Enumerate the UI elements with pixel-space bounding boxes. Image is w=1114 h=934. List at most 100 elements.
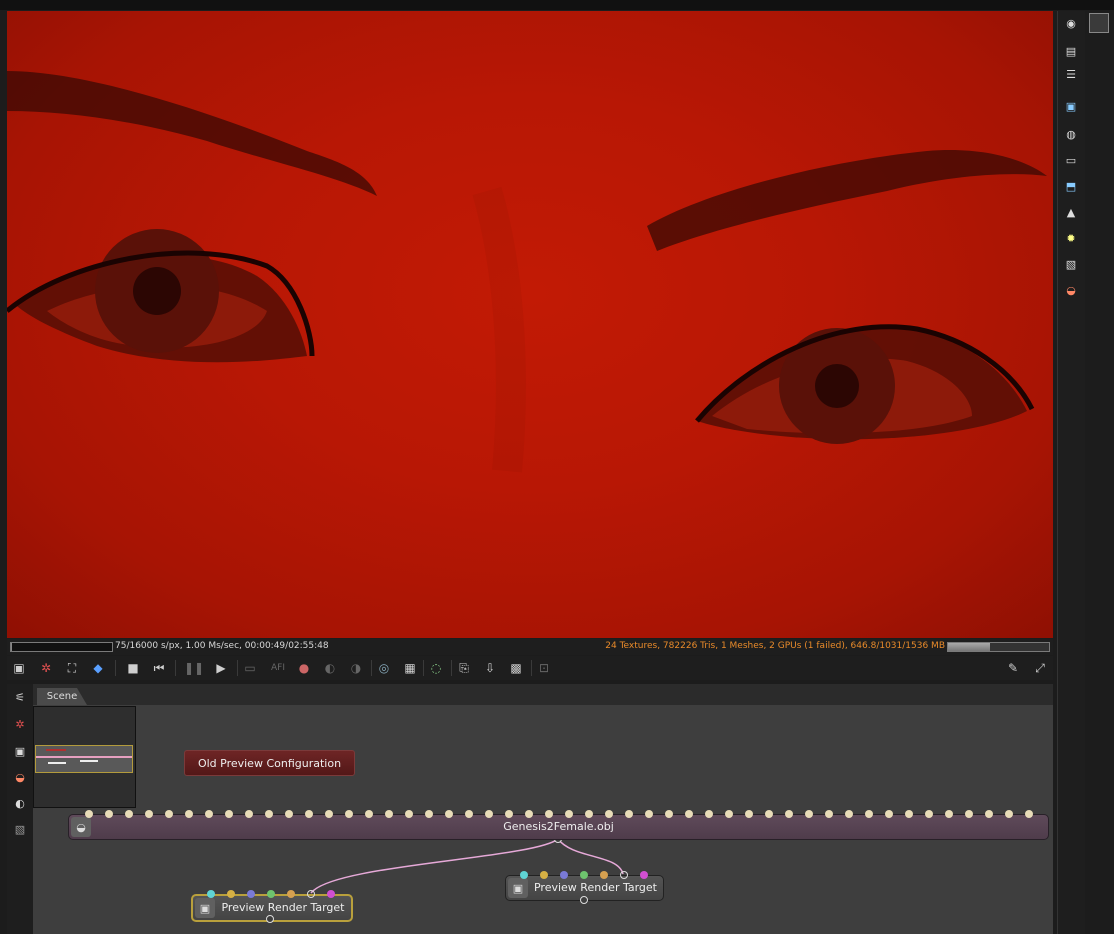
play-icon[interactable]: ▶ — [212, 659, 230, 677]
region-icon[interactable]: ▦ — [401, 659, 419, 677]
mesh-input-pin[interactable] — [385, 810, 393, 818]
mesh-input-pin[interactable] — [845, 810, 853, 818]
mesh-input-pin[interactable] — [885, 810, 893, 818]
fullscreen-icon[interactable]: ⤢ — [1031, 659, 1049, 677]
list-icon[interactable]: ☰ — [1063, 66, 1079, 82]
mesh-input-pin[interactable] — [965, 810, 973, 818]
mesh-input-pin[interactable] — [165, 810, 173, 818]
input-pin[interactable] — [267, 890, 275, 898]
mesh-input-pin[interactable] — [945, 810, 953, 818]
image-icon[interactable]: ▣ — [1063, 98, 1079, 114]
input-pin[interactable] — [640, 871, 648, 879]
mesh-input-pin[interactable] — [125, 810, 133, 818]
input-pin[interactable] — [307, 890, 315, 898]
texture-icon[interactable]: ▧ — [11, 820, 29, 838]
mesh-input-pin[interactable] — [605, 810, 613, 818]
color-cube-icon[interactable]: ◆ — [89, 659, 107, 677]
render-viewport[interactable] — [7, 11, 1053, 638]
pause-icon[interactable]: ❚❚ — [184, 659, 204, 677]
material-icon[interactable]: ◒ — [1063, 282, 1079, 298]
mesh-input-pin[interactable] — [725, 810, 733, 818]
input-pin[interactable] — [520, 871, 528, 879]
mesh-input-pin[interactable] — [985, 810, 993, 818]
input-pin[interactable] — [247, 890, 255, 898]
node-graph-editor[interactable]: Scene Old Preview Configuration ◒ Genesi… — [33, 684, 1053, 934]
input-pin[interactable] — [560, 871, 568, 879]
mesh-input-pin[interactable] — [105, 810, 113, 818]
mesh-input-pin[interactable] — [785, 810, 793, 818]
mesh-input-pin[interactable] — [445, 810, 453, 818]
mesh-input-pin[interactable] — [545, 810, 553, 818]
screenshot-icon[interactable]: ▣ — [10, 659, 28, 677]
material-icon[interactable]: ◑ — [347, 659, 365, 677]
mesh-input-pin[interactable] — [1005, 810, 1013, 818]
stop-icon[interactable]: ■ — [124, 659, 142, 677]
output-pin[interactable] — [580, 896, 588, 904]
save-icon[interactable]: ⇩ — [481, 659, 499, 677]
mesh-input-pin[interactable] — [245, 810, 253, 818]
mesh-input-pin[interactable] — [345, 810, 353, 818]
mesh-input-pin[interactable] — [145, 810, 153, 818]
layers-icon[interactable]: ▤ — [1063, 43, 1079, 59]
mesh-input-pin[interactable] — [185, 810, 193, 818]
mesh-input-pin[interactable] — [85, 810, 93, 818]
graph-tools-icon[interactable]: ⚟ — [11, 688, 29, 706]
mesh-input-pin[interactable] — [665, 810, 673, 818]
mesh-input-pin[interactable] — [585, 810, 593, 818]
film-icon[interactable]: ▭ — [1063, 152, 1079, 168]
reset-camera-icon[interactable]: ✲ — [37, 659, 55, 677]
tone-icon[interactable]: ◐ — [11, 794, 29, 812]
mesh-input-pin[interactable] — [425, 810, 433, 818]
export-icon[interactable]: ▩ — [507, 659, 525, 677]
mesh-input-pin[interactable] — [625, 810, 633, 818]
output-pin[interactable] — [266, 915, 274, 923]
mesh-input-pin[interactable] — [225, 810, 233, 818]
environment-icon[interactable]: ▲ — [1063, 204, 1079, 220]
input-pin[interactable] — [287, 890, 295, 898]
mesh-input-pin[interactable] — [465, 810, 473, 818]
mesh-input-pin[interactable] — [765, 810, 773, 818]
mesh-input-pin[interactable] — [825, 810, 833, 818]
mesh-input-pin[interactable] — [1025, 810, 1033, 818]
tone-icon[interactable]: ◐ — [321, 659, 339, 677]
input-pin[interactable] — [327, 890, 335, 898]
input-pin[interactable] — [580, 871, 588, 879]
input-pin[interactable] — [540, 871, 548, 879]
camera-pick-icon[interactable]: ◎ — [375, 659, 393, 677]
mesh-input-pin[interactable] — [405, 810, 413, 818]
render-target-icon[interactable]: ▣ — [11, 742, 29, 760]
mesh-input-pin[interactable] — [325, 810, 333, 818]
mesh-input-pin[interactable] — [525, 810, 533, 818]
mesh-node-genesis2female[interactable]: ◒ Genesis2Female.obj — [68, 814, 1049, 840]
render-priority-icon[interactable]: ◌ — [427, 659, 445, 677]
mesh-input-pin[interactable] — [745, 810, 753, 818]
input-pin[interactable] — [207, 890, 215, 898]
input-pin[interactable] — [620, 871, 628, 879]
color-picker-icon[interactable]: ● — [295, 659, 313, 677]
mesh-input-pin[interactable] — [865, 810, 873, 818]
restart-icon[interactable]: ⏮ — [150, 659, 168, 677]
input-pin[interactable] — [600, 871, 608, 879]
camera-settings-icon[interactable]: ◍ — [1063, 126, 1079, 142]
mesh-input-pin[interactable] — [205, 810, 213, 818]
mesh-icon[interactable]: ⬒ — [1063, 178, 1079, 194]
mesh-input-pin[interactable] — [485, 810, 493, 818]
camera-icon[interactable]: ◉ — [1063, 15, 1079, 31]
input-pin[interactable] — [227, 890, 235, 898]
wrench-icon[interactable]: ✎ — [1004, 659, 1022, 677]
mesh-input-pin[interactable] — [265, 810, 273, 818]
mesh-input-pin[interactable] — [925, 810, 933, 818]
mesh-input-pin[interactable] — [305, 810, 313, 818]
texture-icon[interactable]: ▧ — [1063, 256, 1079, 272]
copy-icon[interactable]: ⎘ — [455, 659, 473, 677]
mesh-input-pin[interactable] — [685, 810, 693, 818]
mesh-input-pin[interactable] — [565, 810, 573, 818]
light-icon[interactable]: ✹ — [1063, 230, 1079, 246]
fit-icon[interactable]: ⛶ — [63, 659, 81, 677]
reset-camera-icon[interactable]: ✲ — [11, 715, 29, 733]
mesh-input-pin[interactable] — [805, 810, 813, 818]
mesh-input-pin[interactable] — [365, 810, 373, 818]
material-icon[interactable]: ◒ — [11, 768, 29, 786]
mesh-input-pin[interactable] — [905, 810, 913, 818]
lock-icon[interactable]: ⊡ — [535, 659, 553, 677]
